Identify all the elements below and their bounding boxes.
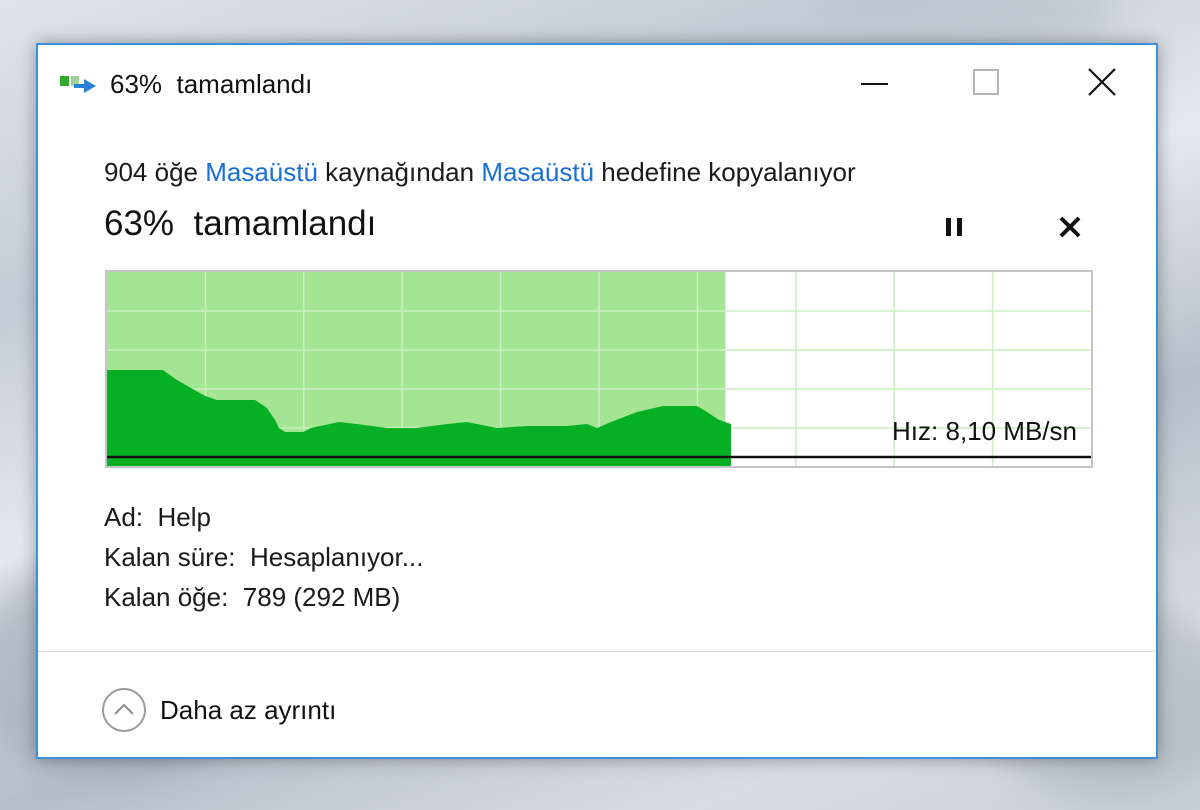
- pause-icon: [946, 218, 962, 236]
- destination-link[interactable]: Masaüstü: [481, 157, 594, 187]
- window-title: 63% tamamlandı: [110, 69, 313, 99]
- transfer-details: Ad: Help Kalan süre: Hesaplanıyor... Kal…: [104, 497, 423, 617]
- cancel-copy-button[interactable]: [1050, 207, 1090, 247]
- title-bar[interactable]: 63% tamamlandı: [38, 45, 1156, 121]
- source-suffix-text: kaynağından: [317, 157, 482, 187]
- time-remaining-value: Hesaplanıyor...: [249, 542, 424, 572]
- close-window-button[interactable]: [1072, 59, 1132, 107]
- item-count-text: 904 öğe: [104, 157, 206, 187]
- maximize-button[interactable]: [956, 59, 1016, 107]
- transfer-speed-graph: Hız: 8,10 MB/sn: [105, 270, 1093, 468]
- detail-row-time: Kalan süre: Hesaplanıyor...: [104, 537, 423, 577]
- detail-row-name: Ad: Help: [104, 497, 423, 537]
- source-link[interactable]: Masaüstü: [205, 157, 318, 187]
- pause-button[interactable]: [934, 207, 974, 247]
- speed-label: Hız: 8,10 MB/sn: [892, 416, 1077, 446]
- maximize-icon: [973, 69, 999, 95]
- items-remaining-value: 789 (292 MB): [242, 582, 401, 612]
- file-copy-icon: [60, 73, 100, 97]
- minimize-button[interactable]: [844, 59, 904, 107]
- detail-row-items: Kalan öğe: 789 (292 MB): [104, 577, 423, 617]
- destination-suffix-text: hedefine kopyalanıyor: [594, 157, 856, 187]
- fewer-details-label: Daha az ayrıntı: [160, 694, 337, 725]
- minimize-icon: [861, 83, 888, 85]
- footer-divider: [38, 651, 1156, 652]
- chevron-up-circle-icon: [102, 688, 146, 732]
- copy-progress-dialog: 63% tamamlandı 904 öğe Masaüstü kaynağın…: [36, 43, 1158, 759]
- fewer-details-button[interactable]: Daha az ayrıntı: [102, 685, 336, 735]
- time-remaining-label: Kalan süre:: [104, 542, 236, 572]
- name-value: Help: [157, 502, 211, 532]
- items-remaining-label: Kalan öğe:: [104, 582, 229, 612]
- copy-description: 904 öğe Masaüstü kaynağından Masaüstü he…: [104, 153, 856, 191]
- close-icon: [1088, 68, 1116, 96]
- name-label: Ad:: [104, 502, 144, 532]
- cancel-icon: [1059, 216, 1081, 238]
- progress-title: 63% tamamlandı: [104, 204, 377, 243]
